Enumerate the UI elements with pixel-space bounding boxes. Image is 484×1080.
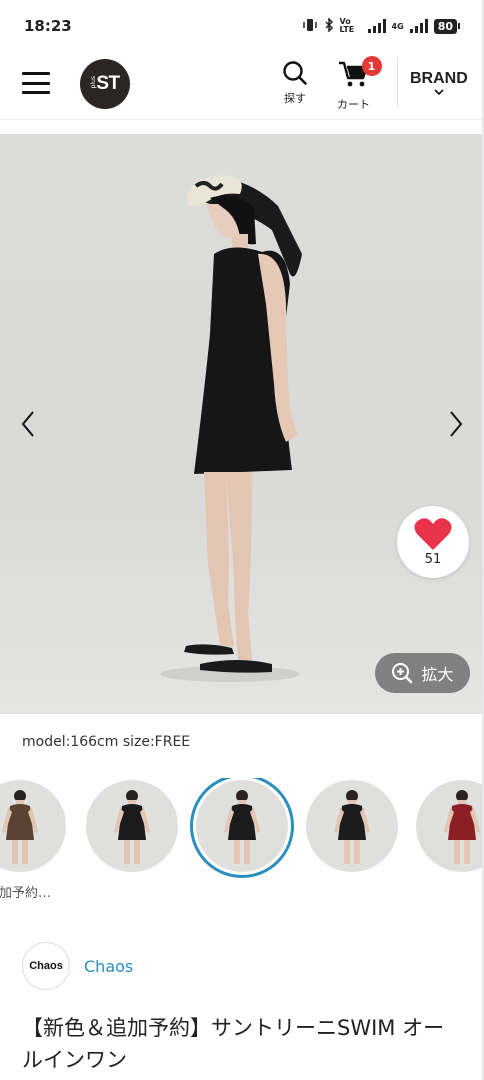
chevron-down-icon — [434, 89, 444, 96]
thumbnail-item[interactable] — [306, 780, 398, 872]
thumbnail-caption: 追加予約… — [0, 886, 52, 901]
favorite-button[interactable]: 51 — [397, 506, 469, 578]
thumbnail-photo — [334, 790, 370, 864]
product-title: 【新色＆追加予約】サントリーニSWIM オールインワン — [22, 1016, 445, 1072]
thumbnail-photo — [114, 790, 150, 864]
zoom-label: 拡大 — [421, 665, 454, 684]
hamburger-icon — [22, 72, 50, 75]
status-icons: Vo LTE 4G 80 — [302, 16, 460, 35]
logo-text: ST — [96, 73, 120, 94]
prev-image-button[interactable] — [8, 404, 48, 444]
app-header: plus ST 探す 1 カート BRAND — [0, 52, 484, 120]
search-label: 探す — [284, 92, 306, 105]
signal-icon — [367, 19, 386, 33]
status-time: 18:23 — [24, 17, 72, 35]
chevron-left-icon — [21, 411, 34, 437]
product-photo — [160, 175, 302, 682]
vibrate-icon — [302, 18, 318, 35]
brand-button[interactable]: BRAND — [410, 70, 468, 96]
bluetooth-icon — [324, 16, 334, 35]
zoom-in-icon — [392, 663, 413, 684]
thumbnail-item[interactable] — [86, 780, 178, 872]
thumbnail-item[interactable] — [0, 780, 66, 872]
chevron-right-icon — [450, 411, 463, 437]
logo-sub: plus — [90, 76, 97, 89]
color-thumbnail-strip[interactable]: 追加予約… — [0, 778, 484, 908]
search-icon — [283, 61, 307, 85]
thumbnail-photo — [224, 790, 260, 864]
model-info: model:166cm size:FREE — [22, 734, 191, 750]
heart-icon — [414, 518, 452, 550]
brand-name-link[interactable]: Chaos — [84, 957, 133, 976]
site-logo[interactable]: plus ST — [80, 59, 130, 109]
next-image-button[interactable] — [436, 404, 476, 444]
cart-count-badge: 1 — [361, 56, 382, 76]
brand-row[interactable]: Chaos Chaos — [22, 942, 133, 990]
thumbnail-item[interactable] — [190, 778, 294, 878]
product-image-carousel[interactable]: 51 拡大 — [0, 134, 484, 714]
battery-icon: 80 — [433, 18, 460, 34]
network-4g-label: 4G — [391, 21, 404, 31]
menu-button[interactable] — [22, 72, 50, 94]
thumbnail-item[interactable] — [416, 780, 484, 872]
header-divider — [397, 58, 398, 108]
thumbnail-photo — [2, 790, 38, 864]
thumbnail-photo — [444, 790, 480, 864]
volte-label: Vo LTE — [339, 17, 355, 34]
brand-label: BRAND — [410, 70, 468, 87]
zoom-button[interactable]: 拡大 — [375, 653, 470, 693]
signal-2-icon — [409, 19, 428, 33]
brand-logo[interactable]: Chaos — [22, 942, 70, 990]
favorite-count: 51 — [424, 552, 442, 567]
cart-button[interactable]: 1 カート — [337, 56, 382, 112]
status-bar: 18:23 Vo LTE 4G 80 — [0, 0, 484, 52]
cart-label: カート — [337, 98, 370, 111]
search-button[interactable]: 探す — [282, 60, 308, 106]
battery-level: 80 — [433, 18, 457, 34]
